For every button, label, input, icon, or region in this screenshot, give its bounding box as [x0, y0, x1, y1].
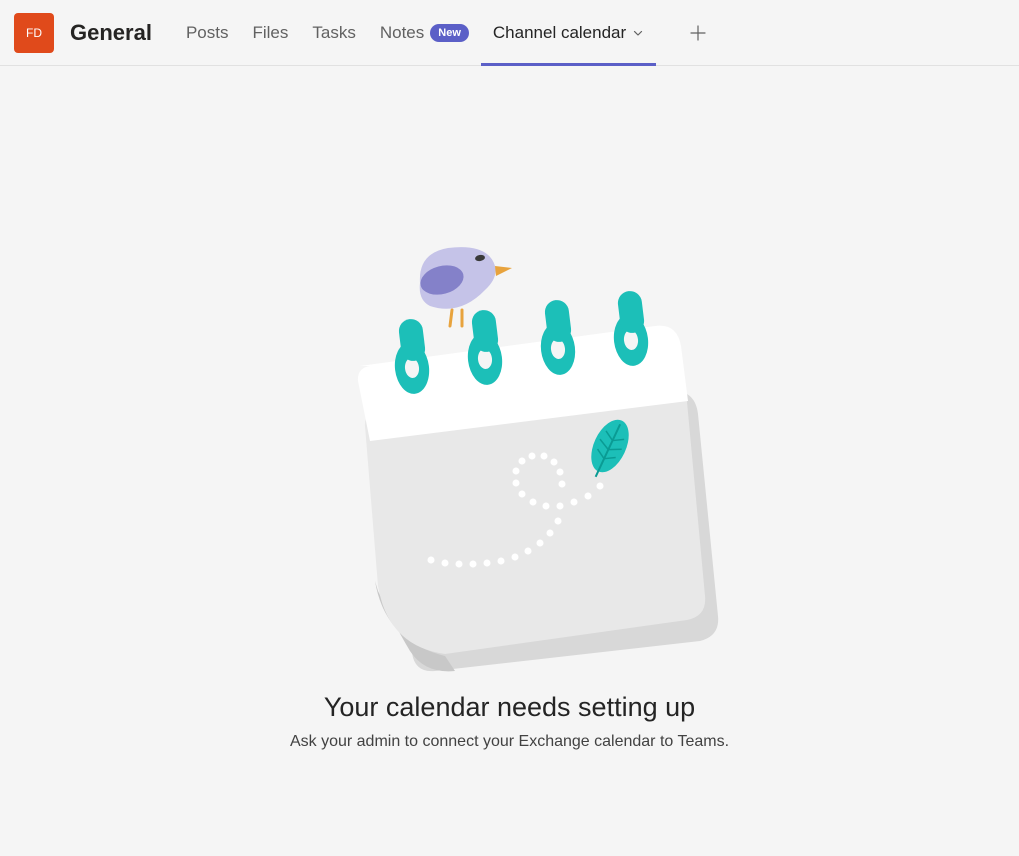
- team-avatar[interactable]: FD: [14, 13, 54, 53]
- tab-tasks[interactable]: Tasks: [300, 0, 367, 65]
- chevron-down-icon[interactable]: [632, 27, 644, 39]
- team-avatar-initials: FD: [26, 26, 42, 40]
- empty-state-title: Your calendar needs setting up: [324, 692, 695, 723]
- empty-state-subtitle: Ask your admin to connect your Exchange …: [290, 733, 729, 751]
- tab-channel-calendar-label: Channel calendar: [493, 23, 626, 43]
- plus-icon: [689, 24, 707, 42]
- empty-state: Your calendar needs setting up Ask your …: [0, 66, 1019, 751]
- tab-notes-label: Notes: [380, 23, 424, 43]
- tab-files[interactable]: Files: [240, 0, 300, 65]
- tab-notes[interactable]: Notes New: [368, 0, 481, 65]
- tab-channel-calendar[interactable]: Channel calendar: [481, 0, 656, 65]
- tab-posts-label: Posts: [186, 23, 229, 43]
- tabs: Posts Files Tasks Notes New Channel cale…: [174, 0, 656, 65]
- calendar-illustration: [300, 246, 720, 686]
- new-badge: New: [430, 24, 469, 42]
- tab-tasks-label: Tasks: [312, 23, 355, 43]
- add-tab-button[interactable]: [678, 13, 718, 53]
- channel-header: FD General Posts Files Tasks Notes New C…: [0, 0, 1019, 66]
- channel-name[interactable]: General: [70, 20, 152, 46]
- tab-files-label: Files: [252, 23, 288, 43]
- tab-posts[interactable]: Posts: [174, 0, 241, 65]
